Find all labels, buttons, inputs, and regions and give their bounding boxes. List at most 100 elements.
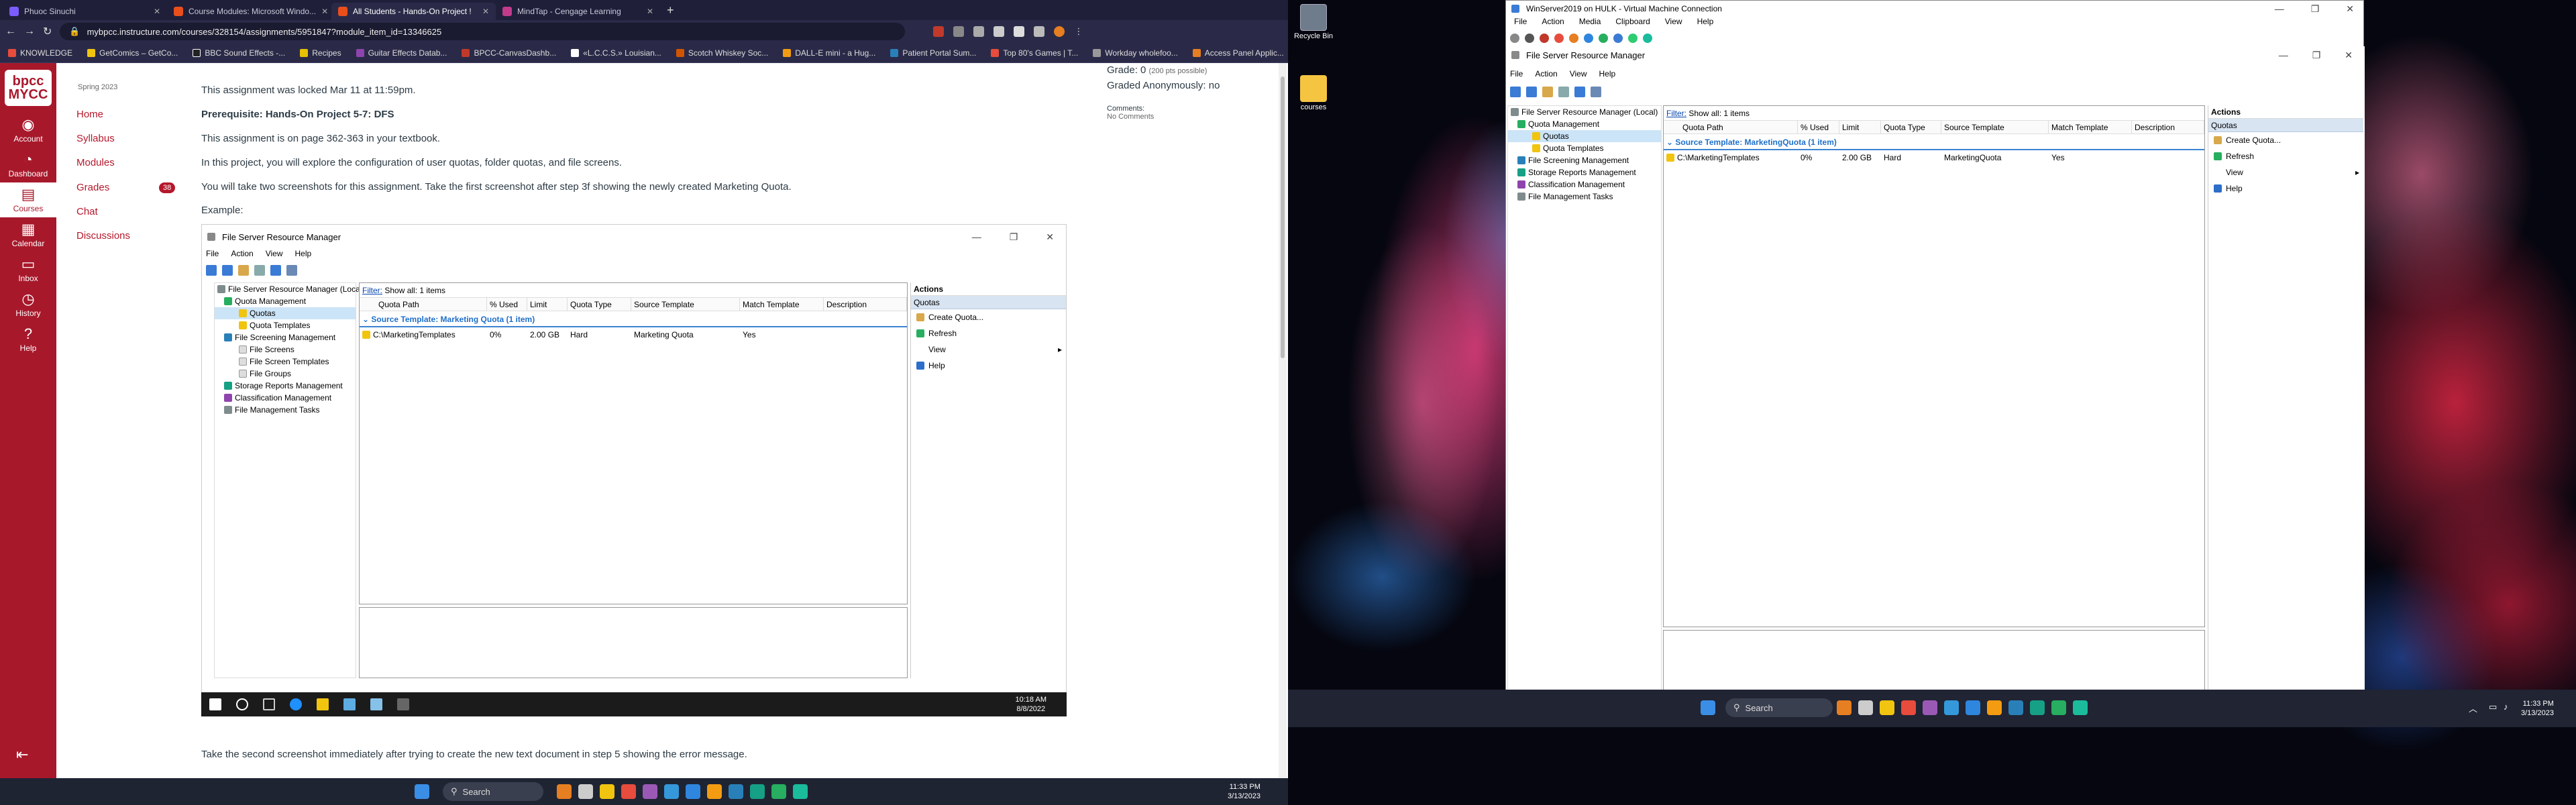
- tree-item[interactable]: Storage Reports Management: [1508, 166, 1661, 178]
- vm-taskbar-search[interactable]: ⚲ Search: [1725, 698, 1833, 717]
- back-icon[interactable]: ←: [5, 25, 16, 38]
- course-nav-home[interactable]: Home: [76, 109, 103, 120]
- desktop-icon-courses[interactable]: courses: [1291, 75, 1336, 111]
- course-nav-modules[interactable]: Modules: [76, 157, 115, 168]
- action-refresh[interactable]: Refresh: [911, 325, 1066, 341]
- action-help[interactable]: Help: [2208, 180, 2363, 197]
- tree-item-quotas[interactable]: Quotas: [1508, 130, 1661, 142]
- close-icon[interactable]: ✕: [482, 7, 489, 16]
- console-icon[interactable]: [1591, 87, 1601, 97]
- ctrl-alt-del-icon[interactable]: [1510, 34, 1519, 43]
- tree-item[interactable]: File Management Tasks: [1508, 191, 1661, 203]
- app-icon[interactable]: [1923, 700, 1937, 715]
- close-icon[interactable]: ✕: [321, 7, 328, 16]
- tree-item[interactable]: Classification Management: [1508, 178, 1661, 191]
- action-create-quota[interactable]: Create Quota...: [911, 309, 1066, 325]
- brave-icon[interactable]: [1901, 700, 1916, 715]
- new-tab-button[interactable]: +: [660, 3, 681, 20]
- bookmark[interactable]: Recipes: [300, 48, 341, 58]
- vm-menu-clipboard[interactable]: Clipboard: [1615, 17, 1650, 30]
- tray-chevron-icon[interactable]: ︿: [2469, 702, 2477, 714]
- pause-icon[interactable]: [1584, 34, 1593, 43]
- app-icon[interactable]: [1944, 700, 1959, 715]
- network-icon[interactable]: ▭: [2489, 702, 2497, 712]
- bookmark[interactable]: «L.C.C.S.» Louisian...: [571, 48, 661, 58]
- checkpoint-icon[interactable]: [1613, 34, 1623, 43]
- fsrm-menu-view[interactable]: View: [1570, 69, 1587, 83]
- vm-menu-media[interactable]: Media: [1579, 17, 1601, 30]
- app-icon[interactable]: [2073, 700, 2088, 715]
- app-icon[interactable]: [2030, 700, 2045, 715]
- action-view[interactable]: View ▸: [911, 341, 1066, 358]
- nav-dashboard[interactable]: ◔ Dashboard: [0, 148, 56, 182]
- course-nav-chat[interactable]: Chat: [76, 206, 98, 217]
- explorer-icon[interactable]: [1880, 700, 1894, 715]
- close-icon[interactable]: ✕: [647, 7, 653, 16]
- tree-item[interactable]: Quota Templates: [1508, 142, 1661, 154]
- fsrm-menu-help[interactable]: Help: [1599, 69, 1616, 83]
- volume-icon[interactable]: ♪: [2504, 702, 2508, 712]
- close-icon[interactable]: ✕: [154, 7, 160, 16]
- profile-icon[interactable]: [1054, 26, 1065, 37]
- tree-item[interactable]: Quota Management: [1508, 118, 1661, 130]
- vm-menu-view[interactable]: View: [1665, 17, 1682, 30]
- action-refresh[interactable]: Refresh: [2208, 148, 2363, 164]
- start-icon[interactable]: [1701, 700, 1715, 715]
- course-nav-grades[interactable]: Grades: [76, 182, 109, 193]
- extension-icon[interactable]: [973, 26, 985, 37]
- browser-tab[interactable]: Phuoc Sinuchi ✕: [3, 3, 167, 20]
- bookmark[interactable]: BBC Sound Effects -...: [193, 48, 285, 58]
- back-icon[interactable]: [1510, 87, 1521, 97]
- app-icon[interactable]: [771, 784, 786, 799]
- nav-help[interactable]: ? Help: [0, 322, 56, 357]
- column-header[interactable]: Description: [2132, 121, 2204, 133]
- nav-history[interactable]: ◷ History: [0, 287, 56, 322]
- start-icon[interactable]: [415, 784, 429, 799]
- minimize-icon[interactable]: —: [2275, 3, 2284, 15]
- vm-menu-file[interactable]: File: [1514, 17, 1527, 30]
- nav-account[interactable]: ◉ Account: [0, 113, 56, 148]
- app-icon[interactable]: [729, 784, 743, 799]
- help-icon[interactable]: [1574, 87, 1585, 97]
- institution-logo[interactable]: bpcc MYCC: [0, 63, 56, 113]
- course-nav-discussions[interactable]: Discussions: [76, 230, 130, 241]
- vm-screen[interactable]: File Server Resource Manager — ❐ ✕ File Ac…: [1506, 46, 2365, 692]
- brave-icon[interactable]: [621, 784, 636, 799]
- vscode-icon[interactable]: [686, 784, 700, 799]
- app-icon[interactable]: [2051, 700, 2066, 715]
- maximize-icon[interactable]: ❐: [2311, 3, 2320, 15]
- filter-bar[interactable]: Filter: Show all: 1 items: [1664, 106, 2204, 121]
- puzzle-icon[interactable]: [1014, 26, 1025, 37]
- column-header[interactable]: Match Template: [2049, 121, 2132, 133]
- forward-icon[interactable]: [1526, 87, 1537, 97]
- vm-menu-action[interactable]: Action: [1542, 17, 1564, 30]
- minimize-icon[interactable]: —: [2279, 50, 2288, 61]
- browser-tab-active[interactable]: All Students - Hands-On Project ! ✕: [331, 3, 496, 20]
- properties-icon[interactable]: [1558, 87, 1569, 97]
- group-header[interactable]: ⌄ Source Template: Marketing Quota (1 it…: [360, 311, 907, 327]
- app-icon[interactable]: [1837, 700, 1851, 715]
- app-icon[interactable]: [1987, 700, 2002, 715]
- folder-icon[interactable]: [1542, 87, 1553, 97]
- tree-item[interactable]: File Server Resource Manager (Local): [1508, 106, 1661, 118]
- app-icon[interactable]: [750, 784, 765, 799]
- bookmark[interactable]: BPCC-CanvasDashb...: [462, 48, 556, 58]
- column-header[interactable]: Source Template: [1941, 121, 2049, 133]
- maximize-icon[interactable]: ❐: [2312, 50, 2321, 61]
- forward-icon[interactable]: →: [24, 25, 35, 38]
- column-header[interactable]: Quota Path: [1664, 121, 1798, 133]
- app-icon[interactable]: [664, 784, 679, 799]
- app-icon[interactable]: [578, 784, 593, 799]
- group-header[interactable]: ⌄ Source Template: MarketingQuota (1 ite…: [1664, 134, 2204, 150]
- bookmark[interactable]: Top 80's Games | T...: [991, 48, 1078, 58]
- tree-item[interactable]: File Screening Management: [1508, 154, 1661, 166]
- window-icon[interactable]: [1034, 26, 1045, 37]
- nav-inbox[interactable]: ▭ Inbox: [0, 252, 56, 287]
- action-create-quota[interactable]: Create Quota...: [2208, 132, 2363, 148]
- bookmark[interactable]: Scotch Whiskey Soc...: [676, 48, 768, 58]
- action-view[interactable]: View ▸: [2208, 164, 2363, 180]
- revert-icon[interactable]: [1628, 34, 1638, 43]
- taskbar-clock[interactable]: 11:33 PM 3/13/2023: [1228, 782, 1260, 801]
- close-icon[interactable]: ✕: [2346, 3, 2354, 15]
- save-icon[interactable]: [1569, 34, 1578, 43]
